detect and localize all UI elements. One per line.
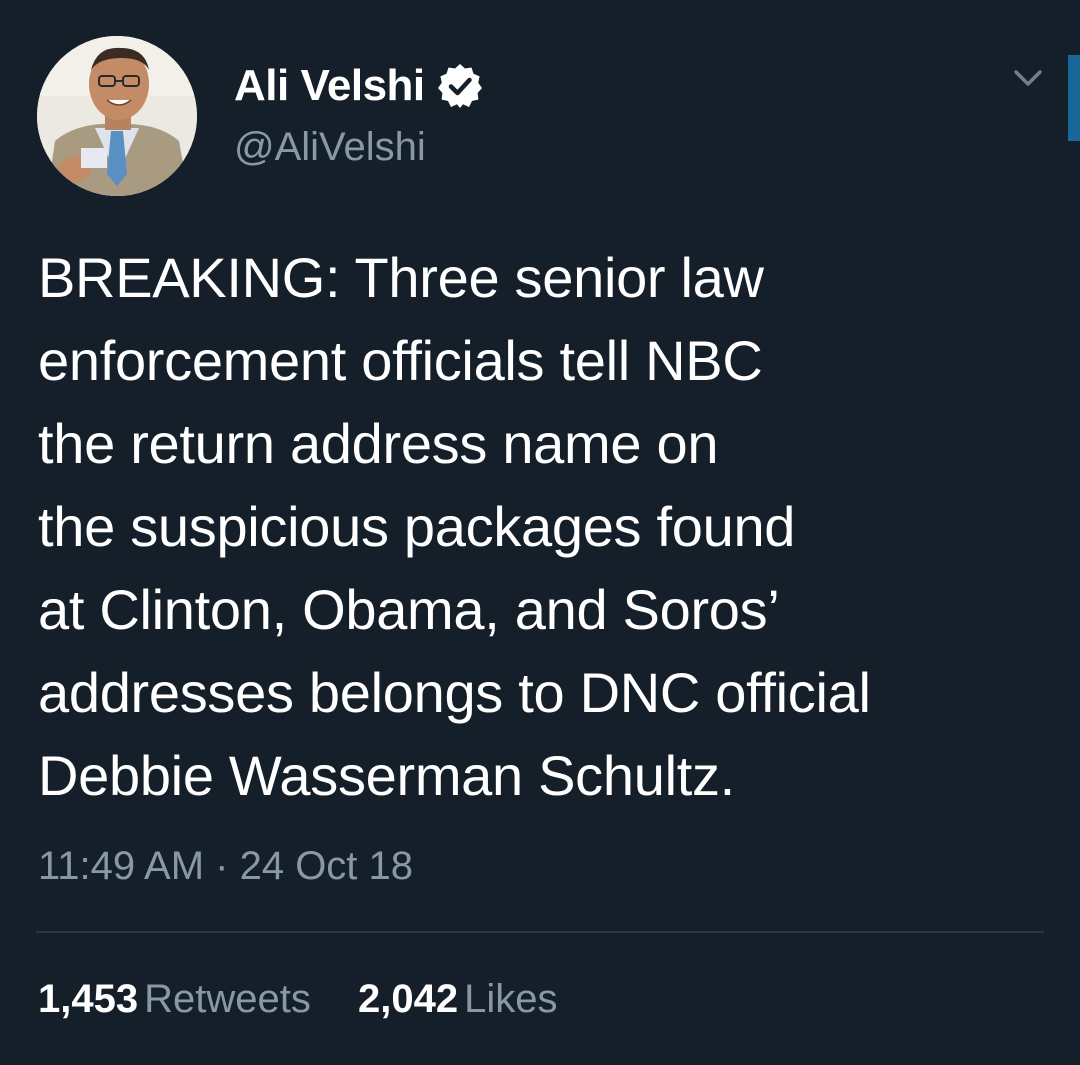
tweet-stats: 1,453 Retweets 2,042 Likes	[38, 972, 593, 1026]
scroll-indicator[interactable]	[1068, 55, 1080, 141]
likes-label: Likes	[464, 977, 558, 1021]
tweet-detail: Ali Velshi @AliVelshi BREAKING: Three se…	[0, 0, 1080, 1065]
retweets-stat[interactable]: 1,453 Retweets	[38, 972, 311, 1026]
avatar[interactable]	[37, 36, 197, 196]
tweet-text: BREAKING: Three senior law enforcement o…	[38, 246, 871, 807]
likes-stat[interactable]: 2,042 Likes	[358, 972, 558, 1026]
author-handle[interactable]: @AliVelshi	[234, 121, 426, 173]
avatar-photo-icon	[37, 36, 197, 196]
divider	[36, 931, 1044, 933]
tweet-timestamp[interactable]: 11:49 AM · 24 Oct 18	[38, 840, 413, 892]
likes-count: 2,042	[357, 977, 459, 1021]
chevron-down-icon[interactable]	[1004, 58, 1052, 98]
verified-badge-icon	[438, 64, 482, 108]
retweets-label: Retweets	[144, 977, 311, 1021]
retweets-count: 1,453	[38, 977, 139, 1021]
author-name[interactable]: Ali Velshi	[234, 58, 425, 114]
